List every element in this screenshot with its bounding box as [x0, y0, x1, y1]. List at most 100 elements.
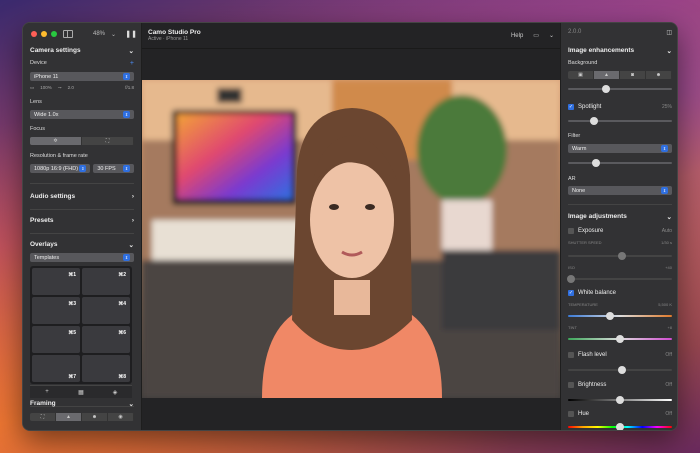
framing-close-icon[interactable]: ◉ — [108, 413, 134, 421]
fps-select[interactable]: 30 FPS ⇕ — [93, 164, 134, 173]
grid-icon[interactable]: ▦ — [64, 386, 98, 398]
app-title: Camo Studio Pro — [148, 29, 201, 36]
filter-label: Filter — [568, 133, 581, 139]
tint-value: +8 — [667, 325, 672, 330]
focus-label: Focus — [30, 126, 45, 132]
slider-knob[interactable] — [618, 252, 627, 260]
background-none-icon[interactable]: ▣ — [568, 71, 594, 79]
slider-knob[interactable] — [592, 159, 601, 167]
hue-slider[interactable] — [568, 423, 672, 430]
brightness-label: Brightness — [578, 382, 607, 388]
template-thumb[interactable]: ⌘1 — [32, 268, 80, 295]
template-thumb[interactable]: ⌘3 — [32, 297, 80, 324]
add-icon[interactable]: + — [130, 60, 134, 67]
shortcut-label: ⌘6 — [118, 330, 126, 336]
chevron-down-icon[interactable]: ⌄ — [667, 213, 672, 221]
slider-knob[interactable] — [590, 117, 598, 125]
sidebar-toggle-icon[interactable]: ◫ — [666, 29, 672, 36]
ar-label: AR — [568, 176, 576, 182]
template-thumb[interactable]: ⌘7 — [32, 355, 80, 382]
pause-icon[interactable]: ❚❚ — [125, 30, 137, 38]
shutter-speed-slider[interactable] — [568, 252, 672, 260]
divider — [30, 183, 134, 184]
hue-checkbox[interactable] — [568, 411, 574, 417]
framing-center-icon[interactable]: ▲ — [56, 413, 82, 421]
overlay-templates-grid: ⌘1 ⌘2 ⌘3 ⌘4 ⌘5 ⌘6 ⌘7 ⌘8 — [30, 266, 132, 384]
spotlight-slider[interactable] — [568, 117, 672, 125]
templates-select[interactable]: Templates ⇕ — [30, 253, 134, 262]
shortcut-label: ⌘7 — [68, 374, 76, 380]
camera-preview[interactable] — [142, 80, 560, 398]
section-title: Presets — [30, 217, 54, 224]
brightness-checkbox[interactable] — [568, 382, 574, 388]
overlays-row[interactable]: Overlays ⌄ — [30, 241, 134, 249]
template-thumb[interactable]: ⌘4 — [82, 297, 130, 324]
flash-level-label: Flash level — [578, 352, 607, 358]
layers-icon[interactable]: ◈ — [98, 386, 132, 398]
shortcut-label: ⌘8 — [118, 374, 126, 380]
background-replace-icon[interactable]: ☻ — [646, 71, 672, 79]
zoom-level[interactable]: 48% — [93, 31, 105, 37]
template-thumb[interactable]: ⌘5 — [32, 326, 80, 353]
lens-select[interactable]: Wide 1.0x ⇕ — [30, 110, 134, 119]
temperature-label: TEMPERATURE — [568, 302, 598, 307]
framing-person-icon[interactable]: ☻ — [82, 413, 108, 421]
framing-wide-icon[interactable]: ⛶ — [30, 413, 56, 421]
framing-row[interactable]: Framing ⌄ — [30, 400, 134, 408]
template-thumb[interactable]: ⌘2 — [82, 268, 130, 295]
device-select[interactable]: iPhone 11 ⇕ — [30, 72, 134, 81]
slider-knob[interactable] — [616, 423, 624, 430]
slider-knob[interactable] — [616, 335, 624, 343]
chevron-down-icon[interactable]: ⌄ — [667, 47, 672, 55]
tint-slider[interactable] — [568, 335, 672, 343]
filter-value: Warm — [572, 145, 587, 152]
slider-knob[interactable] — [618, 366, 627, 374]
temperature-slider[interactable] — [568, 312, 672, 320]
sidebar-toggle-icon[interactable] — [63, 30, 73, 38]
presets-row[interactable]: Presets › — [30, 217, 134, 224]
ar-select[interactable]: None ⇕ — [568, 186, 672, 195]
manual-focus-icon[interactable]: ⛶ — [82, 137, 134, 145]
flash-level-slider[interactable] — [568, 366, 672, 374]
filter-select[interactable]: Warm ⇕ — [568, 144, 672, 153]
slider-knob[interactable] — [567, 275, 576, 283]
white-balance-checkbox[interactable]: ✓ — [568, 290, 574, 296]
airplay-icon[interactable]: ▭ — [533, 32, 539, 39]
template-thumb[interactable]: ⌘8 — [82, 355, 130, 382]
zoom-button[interactable] — [51, 31, 57, 37]
exposure-checkbox[interactable] — [568, 228, 574, 234]
fps-value: 30 FPS — [97, 165, 116, 172]
chevron-down-icon[interactable]: ⌄ — [549, 32, 554, 39]
slider-knob[interactable] — [602, 85, 611, 93]
background-blur-icon[interactable]: ▲ — [594, 71, 620, 79]
add-icon[interactable]: + — [30, 386, 64, 398]
shortcut-label: ⌘2 — [118, 272, 126, 278]
template-thumb[interactable]: ⌘6 — [82, 326, 130, 353]
templates-value: Templates — [34, 254, 60, 261]
help-button[interactable]: Help — [511, 33, 523, 39]
slider-knob[interactable] — [605, 312, 614, 320]
filter-slider[interactable] — [568, 159, 672, 167]
spotlight-label: Spotlight — [578, 104, 602, 110]
minimize-button[interactable] — [41, 31, 47, 37]
resolution-select[interactable]: 1080p 16:9 (FHD) ⇕ — [30, 164, 91, 173]
flash-level-checkbox[interactable] — [568, 352, 574, 358]
chevron-down-icon[interactable]: ⌄ — [111, 31, 116, 38]
close-button[interactable] — [31, 31, 37, 37]
chevron-down-icon: ⌄ — [128, 401, 134, 408]
slider-knob[interactable] — [616, 396, 624, 404]
background-image-icon[interactable]: ◙ — [620, 71, 646, 79]
section-title: Framing — [30, 400, 56, 407]
temperature-icon: ⊸ — [57, 85, 62, 90]
chevron-down-icon[interactable]: ⌄ — [129, 47, 134, 55]
brightness-slider[interactable] — [568, 396, 672, 404]
background-slider[interactable] — [568, 85, 672, 93]
spotlight-checkbox[interactable]: ✓ — [568, 104, 574, 110]
iso-slider[interactable] — [567, 275, 672, 283]
version-label: 2.0.0 — [568, 29, 582, 35]
main-area: Camo Studio Pro Active · iPhone 11 Help … — [142, 23, 560, 430]
device-value: iPhone 11 — [34, 73, 59, 80]
audio-settings-row[interactable]: Audio settings › — [30, 193, 134, 200]
shortcut-label: ⌘5 — [68, 330, 76, 336]
autofocus-icon[interactable]: ✲ — [30, 137, 82, 145]
